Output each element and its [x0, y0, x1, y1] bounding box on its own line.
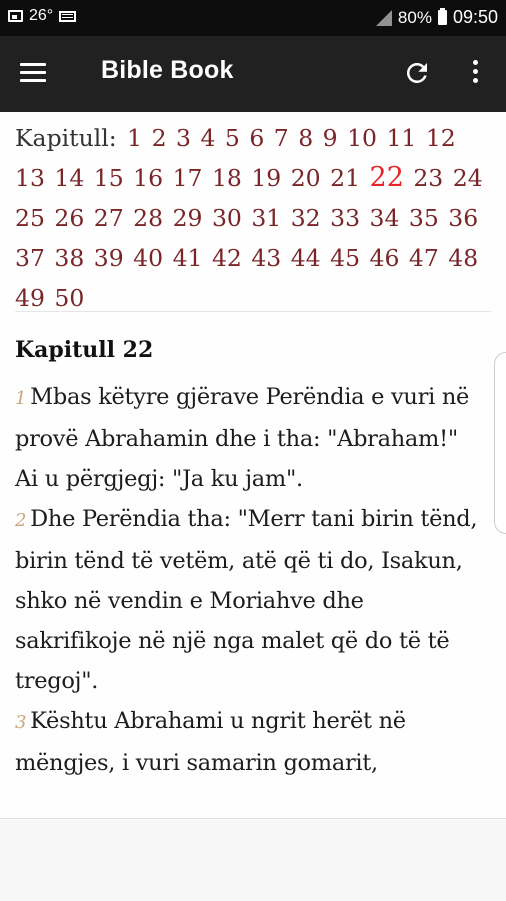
- chapter-link[interactable]: 27: [94, 204, 124, 232]
- battery-percent: 80%: [397, 7, 432, 27]
- verse: 2 Dhe Perëndia tha: "Merr tani birin tënd…: [15, 506, 478, 694]
- chapter-link[interactable]: 5: [225, 124, 240, 152]
- status-bar: 26° 80% 09:50: [0, 0, 506, 36]
- chapter-link[interactable]: 48: [448, 244, 478, 272]
- chapter-link[interactable]: 25: [15, 204, 45, 232]
- chapter-link[interactable]: 44: [291, 244, 321, 272]
- chapter-link[interactable]: 23: [413, 164, 443, 192]
- chapter-link[interactable]: 33: [330, 204, 360, 232]
- chapter-link[interactable]: 11: [386, 124, 416, 152]
- chapter-link[interactable]: 45: [330, 244, 360, 272]
- verse: 1 Mbas këtyre gjërave Perëndia e vuri në …: [15, 384, 469, 492]
- chapter-link[interactable]: 38: [54, 244, 84, 272]
- chapter-link[interactable]: 29: [173, 204, 203, 232]
- keyboard-icon: [59, 10, 77, 22]
- chapter-link[interactable]: 24: [453, 164, 483, 192]
- chapter-link[interactable]: 46: [370, 244, 400, 272]
- chapter-link[interactable]: 42: [212, 244, 242, 272]
- chapter-link[interactable]: 7: [274, 124, 289, 152]
- chapter-link[interactable]: 36: [448, 204, 478, 232]
- status-right: 80% 09:50: [375, 7, 498, 28]
- chapter-link[interactable]: 1: [127, 124, 142, 152]
- chapter-link[interactable]: 19: [251, 164, 281, 192]
- chapter-link[interactable]: 14: [54, 164, 84, 192]
- chapter-link[interactable]: 50: [54, 284, 84, 312]
- chapter-link[interactable]: 9: [323, 124, 338, 152]
- verse-text: Kështu Abrahami u ngrit herët në mëngjes…: [15, 708, 406, 776]
- bottom-area: [0, 818, 506, 901]
- edge-panel-handle[interactable]: [494, 352, 506, 534]
- more-vert-icon[interactable]: [465, 60, 485, 88]
- verse-text: Dhe Perëndia tha: "Merr tani birin tënd,…: [15, 506, 478, 694]
- chapter-link[interactable]: 12: [426, 124, 456, 152]
- verse-number: 3: [15, 712, 27, 733]
- content: Kapitull: 1 2 3 4 5 6 7 8 9 10 11 12 13 …: [0, 112, 506, 818]
- chapter-nav-label: Kapitull:: [15, 124, 117, 152]
- chapter-link[interactable]: 4: [200, 124, 215, 152]
- chapter-heading: Kapitull 22: [15, 337, 154, 363]
- chapter-link[interactable]: 22: [370, 162, 404, 193]
- chapter-link[interactable]: 8: [298, 124, 313, 152]
- chapter-link[interactable]: 2: [152, 124, 167, 152]
- app-bar: Bible Book: [0, 36, 506, 112]
- clock: 09:50: [452, 7, 498, 27]
- chapter-link[interactable]: 15: [94, 164, 124, 192]
- chapter-link[interactable]: 16: [133, 164, 163, 192]
- verse-number: 2: [15, 510, 27, 531]
- chapter-link[interactable]: 13: [15, 164, 45, 192]
- verses: 1 Mbas këtyre gjërave Perëndia e vuri në …: [15, 377, 485, 783]
- chapter-link[interactable]: 40: [133, 244, 163, 272]
- chapter-link[interactable]: 18: [212, 164, 242, 192]
- chapter-link[interactable]: 30: [212, 204, 242, 232]
- chapter-link[interactable]: 32: [291, 204, 321, 232]
- signal-icon: [375, 9, 392, 26]
- verse-text: Mbas këtyre gjërave Perëndia e vuri në p…: [15, 384, 470, 492]
- chapter-link[interactable]: 34: [370, 204, 400, 232]
- chapter-link[interactable]: 6: [249, 124, 264, 152]
- refresh-icon[interactable]: [402, 58, 432, 88]
- battery-icon: [437, 8, 447, 25]
- temperature: 26°: [29, 7, 54, 24]
- chapter-link[interactable]: 3: [176, 124, 191, 152]
- chapter-link[interactable]: 28: [133, 204, 163, 232]
- chapter-link[interactable]: 26: [54, 204, 84, 232]
- chapter-link[interactable]: 17: [173, 164, 203, 192]
- chapter-link[interactable]: 37: [15, 244, 45, 272]
- chapter-link[interactable]: 31: [251, 204, 281, 232]
- menu-icon[interactable]: [20, 63, 46, 83]
- chapter-link[interactable]: 43: [251, 244, 281, 272]
- chapter-link[interactable]: 41: [173, 244, 203, 272]
- chapter-nav: Kapitull: 1 2 3 4 5 6 7 8 9 10 11 12 13 …: [15, 118, 495, 318]
- chapter-link[interactable]: 35: [409, 204, 439, 232]
- verse-number: 1: [15, 388, 27, 409]
- chapter-link[interactable]: 10: [347, 124, 377, 152]
- chapter-link[interactable]: 49: [15, 284, 45, 312]
- chapter-link[interactable]: 21: [330, 164, 360, 192]
- image-icon: [8, 10, 23, 22]
- chapter-link[interactable]: 39: [94, 244, 124, 272]
- status-left: 26°: [8, 7, 77, 25]
- chapter-link[interactable]: 20: [291, 164, 321, 192]
- divider: [15, 311, 491, 312]
- verse: 3 Kështu Abrahami u ngrit herët në mëngje…: [15, 708, 406, 776]
- app-title: Bible Book: [101, 56, 234, 84]
- chapter-link[interactable]: 47: [409, 244, 439, 272]
